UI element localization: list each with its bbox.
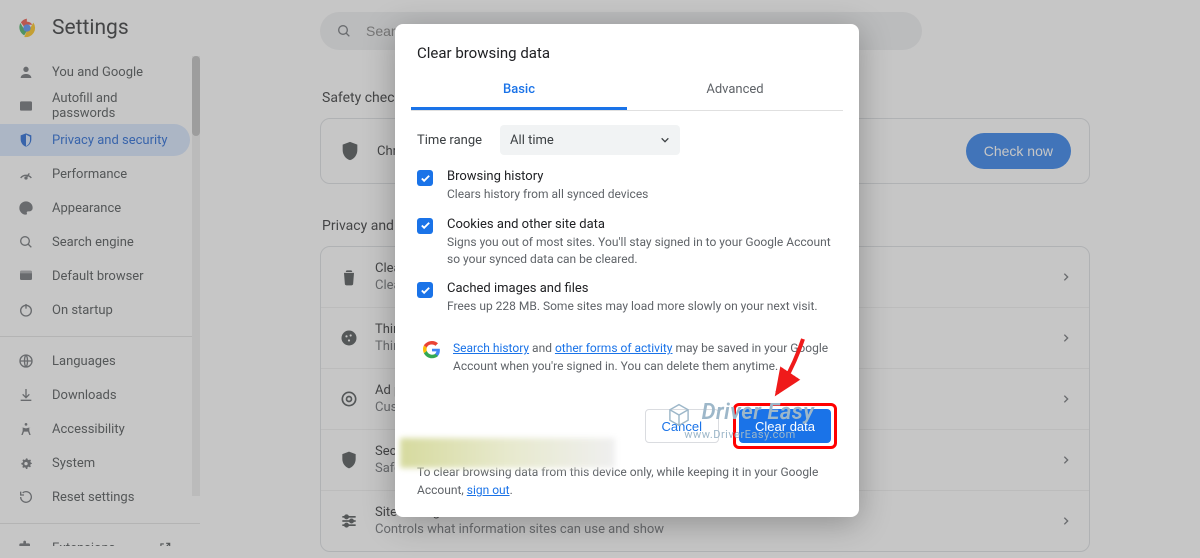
checkbox-0[interactable] bbox=[417, 170, 433, 186]
clear-data-button[interactable]: Clear data bbox=[739, 409, 831, 443]
search-history-link[interactable]: Search history bbox=[453, 341, 529, 355]
time-range-select[interactable]: All time bbox=[500, 125, 680, 155]
other-activity-link[interactable]: other forms of activity bbox=[555, 341, 673, 355]
checkbox-2[interactable] bbox=[417, 282, 433, 298]
cancel-button[interactable]: Cancel bbox=[645, 409, 719, 443]
google-account-note: Search history and other forms of activi… bbox=[417, 329, 837, 383]
dialog-title: Clear browsing data bbox=[417, 44, 837, 62]
tab-basic[interactable]: Basic bbox=[411, 72, 627, 110]
text: . bbox=[510, 483, 513, 497]
time-range-label: Time range bbox=[417, 133, 482, 148]
redacted-region bbox=[400, 438, 615, 468]
dialog-footnote: To clear browsing data from this device … bbox=[417, 463, 837, 499]
text: and bbox=[529, 341, 555, 355]
checkbox-1[interactable] bbox=[417, 218, 433, 234]
checkbox-text: Cookies and other site dataSigns you out… bbox=[447, 217, 837, 268]
checkbox-text: Cached images and filesFrees up 228 MB. … bbox=[447, 281, 818, 315]
time-range-value: All time bbox=[510, 133, 554, 148]
sign-out-link[interactable]: sign out bbox=[467, 483, 510, 497]
checkbox-text: Browsing historyClears history from all … bbox=[447, 169, 648, 203]
google-g-icon bbox=[423, 341, 441, 375]
annotation-highlight: Clear data bbox=[733, 403, 837, 449]
chevron-down-icon bbox=[660, 135, 670, 145]
dialog-tabs: Basic Advanced bbox=[411, 72, 843, 111]
tab-advanced[interactable]: Advanced bbox=[627, 72, 843, 110]
